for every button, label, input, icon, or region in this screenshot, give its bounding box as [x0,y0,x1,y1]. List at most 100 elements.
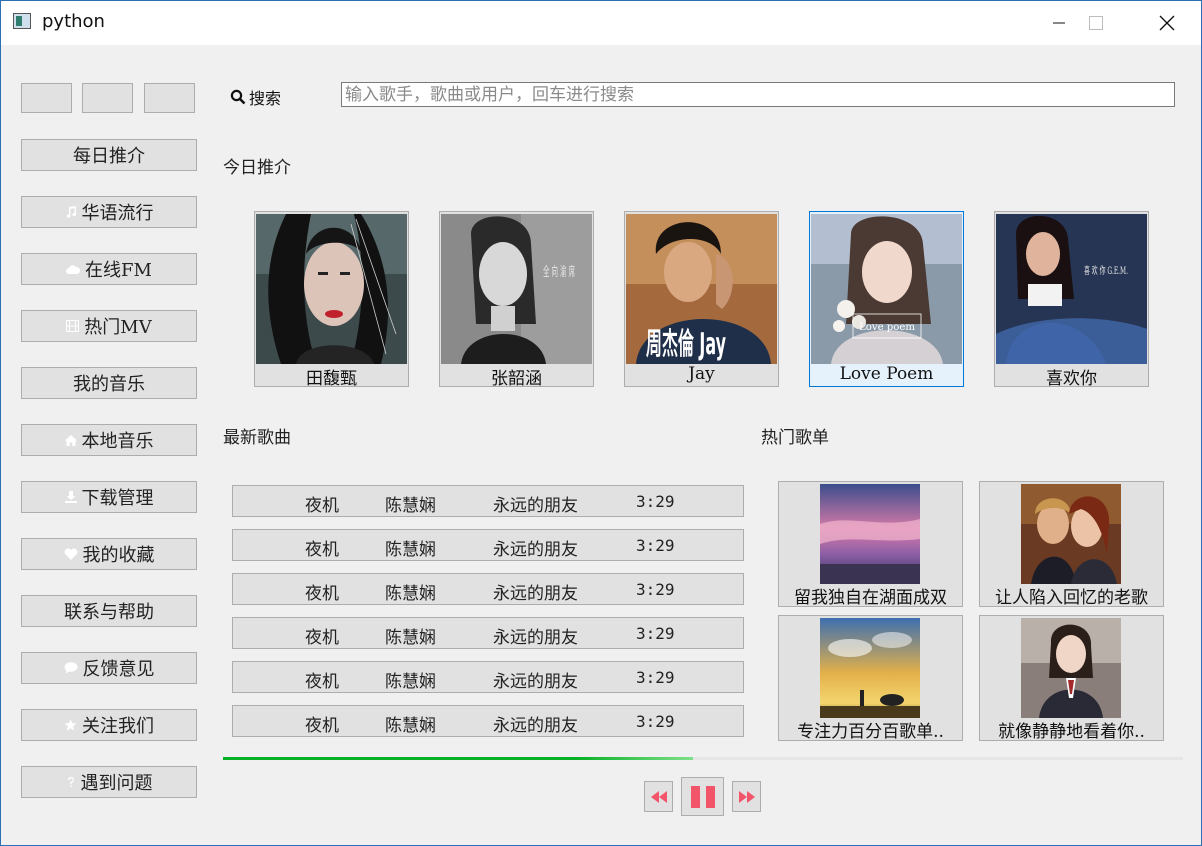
song-duration: 3:29 [636,668,675,687]
fast-forward-icon [738,790,755,803]
song-artist: 陈慧娴 [385,672,436,692]
title-bar: python [1,1,1201,45]
song-row[interactable]: 夜机 陈慧娴 永远的朋友 3:29 [232,529,744,561]
sidebar-item-hot-mv[interactable]: 热门MV [21,310,197,342]
section-title-today: 今日推介 [223,158,291,178]
maximize-button[interactable] [1061,1,1131,45]
song-artist: 陈慧娴 [385,540,436,560]
song-title: 夜机 [305,584,339,604]
playlist-name: 留我独自在湖面成双 [794,588,947,608]
artist-card[interactable]: 喜 欢 你 G.E.M. 喜欢你 [994,211,1149,389]
heart-icon [64,548,78,560]
artist-card[interactable]: 田馥甄 [254,211,409,389]
artist-name: 田馥甄 [306,369,357,389]
previous-button[interactable] [644,781,673,812]
song-artist: 陈慧娴 [385,496,436,516]
next-button[interactable] [732,781,761,812]
sidebar-item-follow-us[interactable]: 关注我们 [21,709,197,741]
artist-card[interactable]: Love poem Love Poem [809,211,964,387]
question-icon [66,776,76,788]
sidebar-item-label: 每日推介 [73,146,145,167]
song-artist: 陈慧娴 [385,584,436,604]
song-title: 夜机 [305,540,339,560]
music-note-icon [65,206,77,218]
song-row[interactable]: 夜机 陈慧娴 永远的朋友 3:29 [232,485,744,517]
playlist-cover [820,484,920,584]
toolbar-button-3[interactable] [144,83,195,113]
playlist-name: 专注力百分百歌单.. [797,722,944,742]
song-album: 永远的朋友 [493,672,578,692]
search-label-text: 搜索 [249,89,282,108]
artist-name: 喜欢你 [1046,369,1097,389]
song-artist: 陈慧娴 [385,628,436,648]
sidebar-item-label: 华语流行 [81,203,154,224]
song-row[interactable]: 夜机 陈慧娴 永远的朋友 3:29 [232,617,744,649]
sidebar-item-label: 下载管理 [81,488,154,509]
song-duration: 3:29 [636,712,675,731]
rewind-icon [650,790,667,803]
search-input[interactable] [341,82,1175,107]
artist-cover [256,214,407,364]
cover-text: Love poem [859,322,916,333]
song-album: 永远的朋友 [493,496,578,516]
artist-cover: 全 向 渝 席 [441,214,592,364]
download-icon [64,491,77,503]
app-icon [13,13,31,29]
sidebar-item-label: 本地音乐 [81,431,154,452]
song-row[interactable]: 夜机 陈慧娴 永远的朋友 3:29 [232,661,744,693]
song-album: 永远的朋友 [493,584,578,604]
sidebar-item-label: 反馈意见 [82,659,155,680]
sidebar-item-local-music[interactable]: 本地音乐 [21,424,197,456]
sidebar-item-label: 热门MV [84,317,152,338]
song-album: 永远的朋友 [493,540,578,560]
song-duration: 3:29 [636,624,675,643]
song-artist: 陈慧娴 [385,716,436,736]
toolbar-button-2[interactable] [82,83,133,113]
close-button[interactable] [1132,1,1202,45]
playlist-card[interactable]: 留我独自在湖面成双 [778,481,963,608]
sidebar-item-feedback[interactable]: 反馈意见 [21,652,197,684]
playlist-cover [1021,618,1121,718]
song-duration: 3:29 [636,492,675,511]
sidebar-item-label: 遇到问题 [80,773,153,794]
playlist-card[interactable]: 就像静静地看着你.. [979,615,1164,742]
artist-card[interactable]: 全 向 渝 席 张韶涵 [439,211,594,389]
sidebar-item-label: 我的音乐 [73,374,145,395]
search-icon [230,89,246,105]
cover-text: 喜 欢 你 G.E.M. [1084,264,1128,277]
artist-card[interactable]: 周杰倫 Jay Jay [624,211,779,387]
song-title: 夜机 [305,496,339,516]
song-row[interactable]: 夜机 陈慧娴 永远的朋友 3:29 [232,705,744,737]
pause-icon [690,785,715,808]
film-icon [66,320,80,332]
sidebar-item-downloads[interactable]: 下载管理 [21,481,197,513]
playlist-card[interactable]: 专注力百分百歌单.. [778,615,963,742]
artist-name: 张韶涵 [491,369,542,389]
artist-name: Love Poem [839,364,934,384]
sidebar-item-favorites[interactable]: 我的收藏 [21,538,197,570]
playback-progress[interactable] [223,757,1183,760]
sidebar-item-problems[interactable]: 遇到问题 [21,766,197,798]
sidebar-item-contact-help[interactable]: 联系与帮助 [21,595,197,627]
song-row[interactable]: 夜机 陈慧娴 永远的朋友 3:29 [232,573,744,605]
pause-button[interactable] [681,777,724,816]
cover-text: 周杰倫 Jay [646,327,726,362]
song-title: 夜机 [305,672,339,692]
search-label: 搜索 [230,85,281,109]
comment-icon [64,662,78,674]
toolbar-button-1[interactable] [21,83,72,113]
sidebar-item-chinese-pop[interactable]: 华语流行 [21,196,197,228]
sidebar-item-label: 联系与帮助 [64,602,154,623]
playlist-name: 让人陷入回忆的老歌 [995,588,1148,608]
window-title: python [42,11,105,32]
sidebar-item-label: 我的收藏 [82,545,155,566]
cloud-icon [66,264,81,275]
playlist-cover [1021,484,1121,584]
playlist-name: 就像静静地看着你.. [998,722,1145,742]
sidebar-item-online-fm[interactable]: 在线FM [21,253,197,285]
playlist-card[interactable]: 让人陷入回忆的老歌 [979,481,1164,608]
song-duration: 3:29 [636,536,675,555]
sidebar-item-daily[interactable]: 每日推介 [21,139,197,171]
app-window: python 每日推介 华语流行 在线FM 热门MV 我的音乐 本地音乐 下载管… [0,0,1202,846]
sidebar-item-my-music[interactable]: 我的音乐 [21,367,197,399]
